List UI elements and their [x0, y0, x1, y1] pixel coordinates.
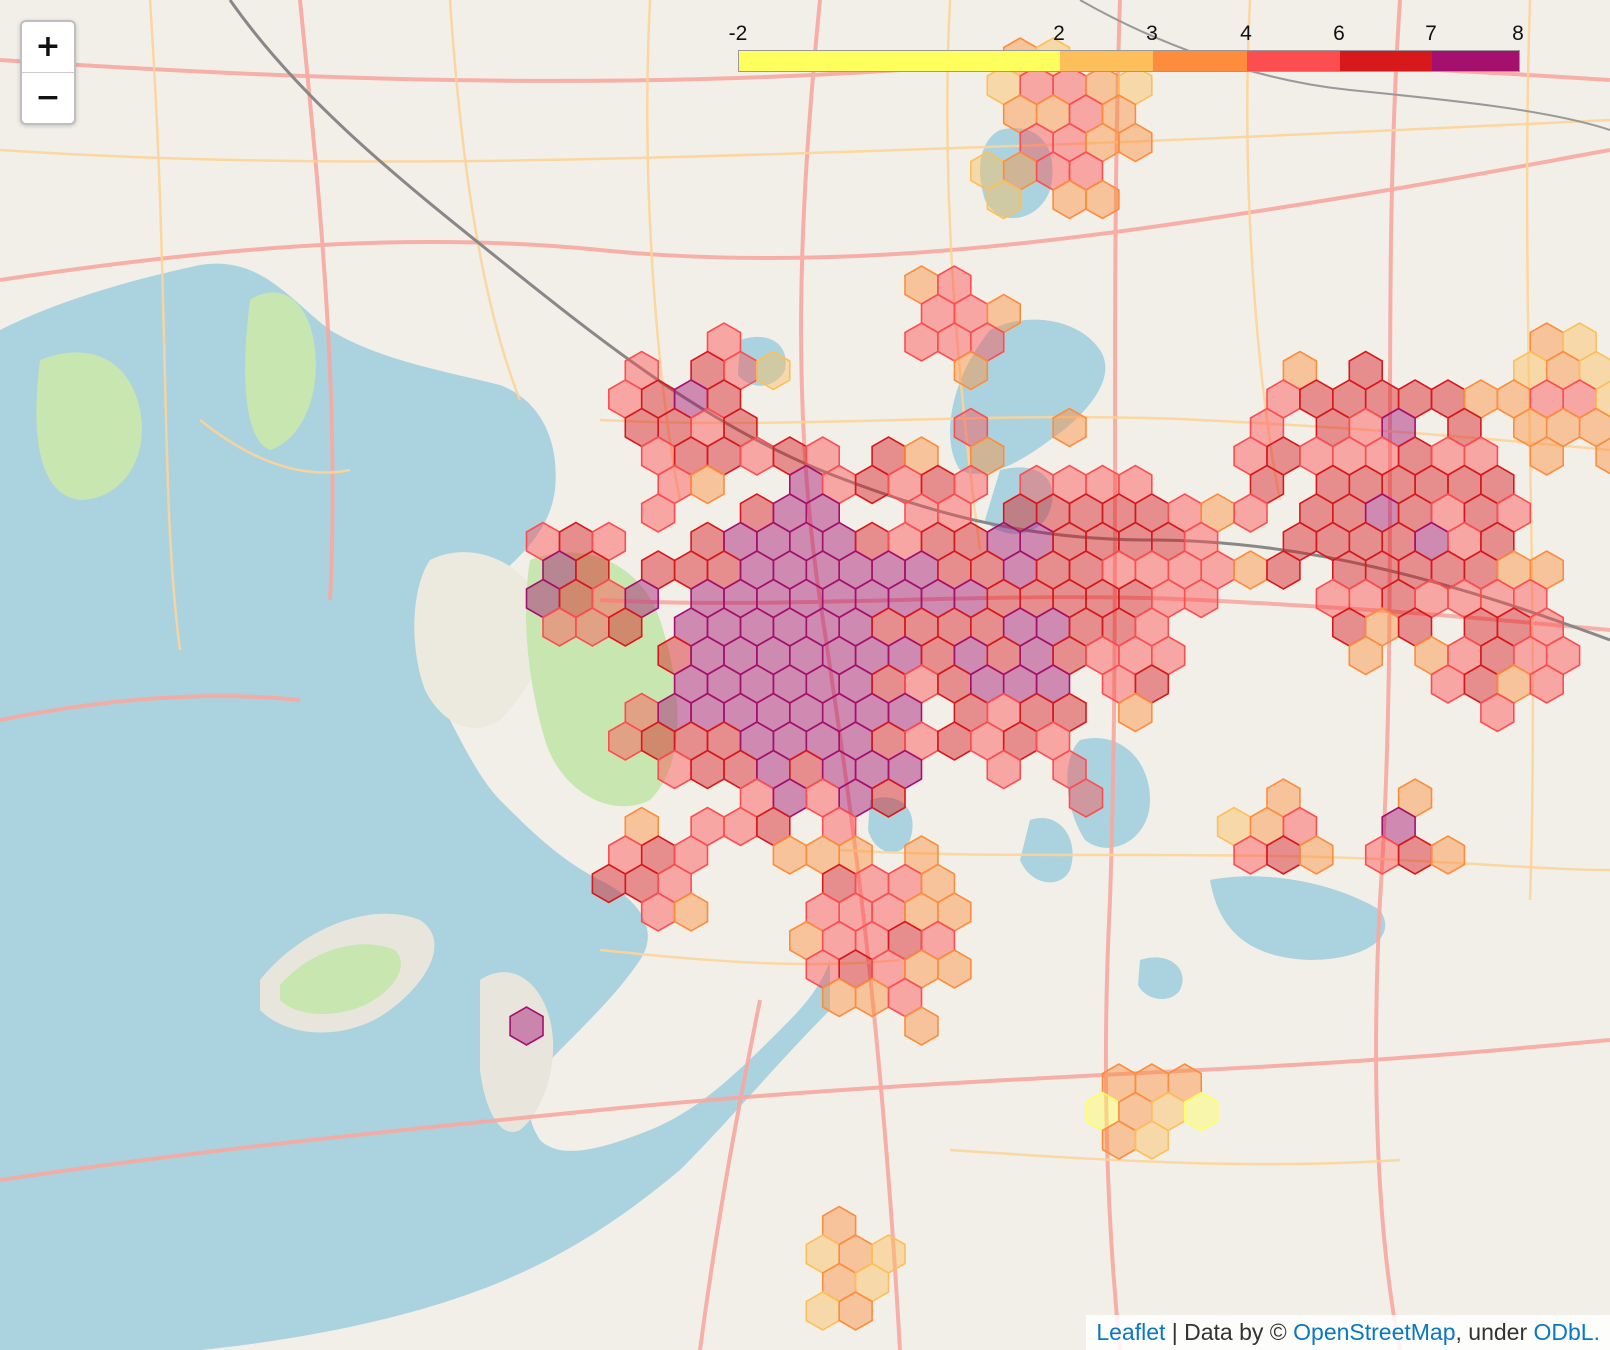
odbl-link[interactable]: ODbL. — [1534, 1319, 1600, 1345]
legend-color-bar — [738, 50, 1520, 72]
legend-segment — [1060, 51, 1153, 71]
legend-segment — [1432, 51, 1519, 71]
hexbin-layer — [509, 37, 1610, 1331]
hexbin-cell — [509, 1006, 544, 1046]
legend-segment — [739, 51, 1060, 71]
hexbin-cell — [756, 350, 791, 391]
legend-segment — [1153, 51, 1247, 71]
legend-tick: 7 — [1425, 22, 1437, 45]
color-legend: -2 2 3 4 6 7 8 — [720, 22, 1540, 82]
legend-tick: 3 — [1146, 22, 1158, 45]
map-container[interactable]: + − -2 2 3 4 6 7 8 Leaflet | Data by © O… — [0, 0, 1610, 1350]
legend-tick: 8 — [1512, 22, 1524, 45]
zoom-out-button[interactable]: − — [22, 72, 74, 123]
leaflet-link[interactable]: Leaflet — [1096, 1319, 1165, 1345]
legend-tick: -2 — [728, 22, 748, 45]
hexbin-cell — [1430, 835, 1466, 875]
legend-tick: 2 — [1053, 22, 1065, 45]
openstreetmap-link[interactable]: OpenStreetMap — [1293, 1319, 1455, 1345]
legend-segment — [1247, 51, 1340, 71]
legend-segment — [1340, 51, 1432, 71]
legend-tick: 4 — [1240, 22, 1252, 45]
map-attribution: Leaflet | Data by © OpenStreetMap, under… — [1086, 1315, 1610, 1350]
attribution-text: | Data by © — [1165, 1319, 1294, 1345]
zoom-in-button[interactable]: + — [22, 22, 74, 72]
hexbin-cell — [1052, 407, 1087, 448]
legend-tick: 6 — [1333, 22, 1345, 45]
zoom-control: + − — [20, 20, 76, 125]
attribution-text: , under — [1455, 1319, 1534, 1345]
hexbin-cell — [1233, 550, 1268, 590]
